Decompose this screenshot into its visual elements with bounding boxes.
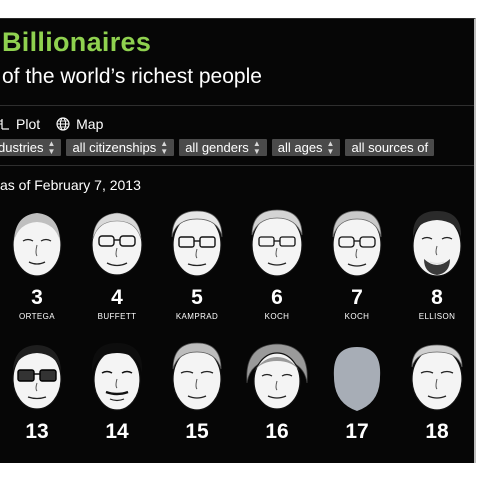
rank-number: 13	[25, 420, 49, 443]
rank-number: 5	[191, 286, 203, 309]
gender-filter[interactable]: all genders ▲ ▼	[179, 139, 267, 156]
placeholder-silhouette-icon	[333, 347, 381, 411]
rank-number: 14	[105, 420, 129, 443]
divider	[0, 105, 474, 106]
portrait-18	[411, 344, 463, 411]
person-card-kamprad[interactable]: 5 KAMPRAD	[162, 205, 232, 321]
person-name: ORTEGA	[18, 312, 56, 321]
person-name: KAMPRAD	[175, 312, 219, 321]
rank-number: 3	[31, 286, 43, 309]
person-card-ortega[interactable]: 3 ORTEGA	[2, 205, 72, 321]
globe-icon	[56, 117, 70, 131]
page-title: Billionaires	[2, 27, 152, 57]
person-card-15[interactable]: 15	[162, 339, 232, 443]
industry-filter-label: dustries	[0, 140, 44, 155]
rank-number: 6	[271, 286, 283, 309]
rank-number: 4	[111, 286, 123, 309]
person-name: KOCH	[264, 312, 290, 321]
plot-icon	[0, 119, 9, 130]
portrait-koch	[251, 209, 303, 277]
rank-number: 17	[345, 420, 369, 443]
age-filter[interactable]: all ages ▲ ▼	[271, 138, 341, 156]
rank-number: 15	[185, 420, 209, 443]
portrait-13	[12, 345, 62, 410]
as-of-date: as of February 7, 2013	[0, 177, 141, 193]
portrait-ortega	[12, 213, 62, 277]
person-card-buffett[interactable]: 4 BUFFETT	[82, 205, 152, 321]
citizenship-filter-label: all citizenships	[72, 140, 157, 155]
updown-arrow-icon: ▲ ▼	[326, 138, 335, 156]
plot-label: Plot	[16, 116, 41, 132]
portrait-15	[172, 342, 222, 411]
person-card-13[interactable]: 13	[2, 339, 72, 443]
divider	[0, 165, 474, 166]
gender-filter-label: all genders	[185, 140, 249, 155]
person-name: KOCH	[344, 312, 370, 321]
citizenship-filter[interactable]: all citizenships ▲ ▼	[66, 138, 175, 156]
person-card-koch-7[interactable]: 7 KOCH	[322, 205, 392, 321]
person-name: BUFFETT	[97, 312, 137, 321]
person-card-18[interactable]: 18	[402, 339, 472, 443]
map-label: Map	[76, 116, 104, 132]
plot-view-option[interactable]: Plot	[0, 116, 40, 132]
person-card-16[interactable]: 16	[242, 339, 312, 443]
industry-filter[interactable]: dustries ▲ ▼	[0, 138, 62, 156]
portrait-16	[246, 343, 308, 410]
updown-arrow-icon: ▲ ▼	[160, 138, 169, 156]
billionaires-panel: Billionaires of the world’s richest peop…	[0, 18, 476, 463]
person-name: ELLISON	[418, 312, 456, 321]
rank-number: 8	[431, 286, 443, 309]
map-view-option[interactable]: Map	[56, 116, 103, 132]
portrait-buffett	[91, 212, 143, 276]
page-subtitle: of the world’s richest people	[2, 65, 262, 88]
portrait-kamprad	[171, 210, 223, 277]
rank-number: 18	[425, 420, 449, 443]
source-filter-label: all sources of	[351, 140, 429, 155]
source-filter[interactable]: all sources of	[345, 139, 435, 156]
age-filter-label: all ages	[277, 140, 323, 155]
rank-number: 16	[265, 420, 289, 443]
person-card-14[interactable]: 14	[82, 339, 152, 443]
updown-arrow-icon: ▲ ▼	[47, 138, 56, 156]
rank-number: 7	[351, 286, 363, 309]
person-card-17[interactable]: 17	[322, 339, 392, 443]
portrait-koch	[332, 210, 382, 277]
person-card-ellison[interactable]: 8 ELLISON	[402, 205, 472, 321]
view-toggle: Plot Map	[0, 115, 119, 133]
person-card-koch-6[interactable]: 6 KOCH	[242, 205, 312, 321]
filter-bar: dustries ▲ ▼ all citizenships ▲ ▼ all gender…	[0, 139, 439, 156]
portrait-ellison	[412, 211, 462, 277]
portrait-14	[91, 343, 143, 411]
updown-arrow-icon: ▲ ▼	[252, 138, 261, 156]
